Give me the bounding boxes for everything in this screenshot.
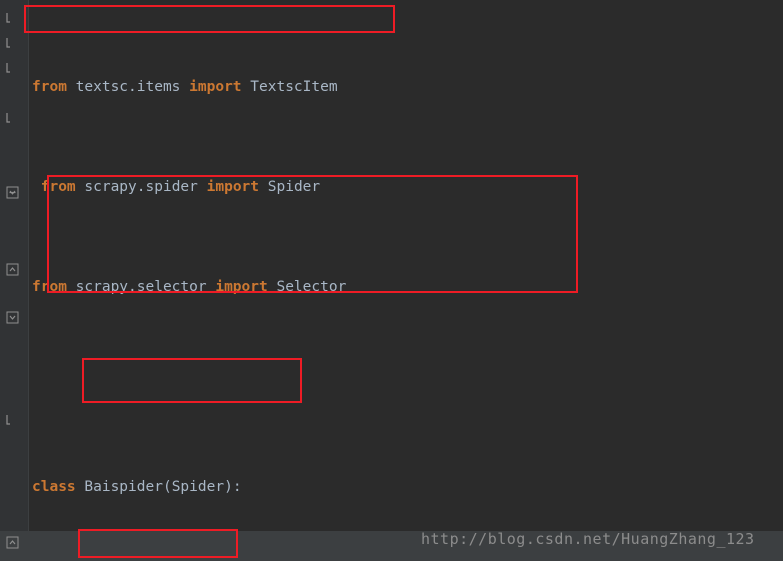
keyword-from-3: from xyxy=(32,279,67,295)
watermark-text: http://blog.csdn.net/HuangZhang_123 xyxy=(421,530,755,548)
paren-close-colon: ): xyxy=(224,479,242,495)
fold-collapse-icon-6[interactable] xyxy=(6,413,19,426)
code-line-1: from textsc.items import TextscItem xyxy=(28,75,783,100)
fold-collapse-icon-7[interactable] xyxy=(6,536,19,549)
editor-gutter[interactable] xyxy=(0,0,29,561)
module-textsc-items: textsc.items xyxy=(75,79,181,95)
keyword-import-2: import xyxy=(206,179,260,195)
code-line-2: from scrapy.spider import Spider xyxy=(28,175,783,200)
fold-collapse-icon-1[interactable] xyxy=(6,11,19,24)
class-spider: Spider xyxy=(267,179,321,195)
keyword-from: from xyxy=(32,79,67,95)
class-textscitem: TextscItem xyxy=(250,79,338,95)
module-scrapy-spider: scrapy.spider xyxy=(84,179,198,195)
code-line-3: from scrapy.selector import Selector xyxy=(28,275,783,300)
class-baispider: Baispider xyxy=(84,479,163,495)
fold-expand-icon-2[interactable] xyxy=(6,311,19,324)
fold-collapse-icon-5[interactable] xyxy=(6,263,19,276)
keyword-import-3: import xyxy=(215,279,268,295)
keyword-from-2: from xyxy=(40,179,76,195)
keyword-class: class xyxy=(32,479,76,495)
base-class-spider: Spider xyxy=(171,479,225,495)
fold-expand-icon-1[interactable] xyxy=(6,186,19,199)
code-editor-screenshot: from textsc.items import TextscItem from… xyxy=(0,0,783,561)
module-scrapy-selector: scrapy.selector xyxy=(75,279,207,295)
paren-open: ( xyxy=(162,479,172,495)
fold-collapse-icon-4[interactable] xyxy=(6,111,19,124)
code-line-4-blank xyxy=(28,375,783,400)
fold-collapse-icon-3[interactable] xyxy=(6,61,19,74)
class-selector: Selector xyxy=(276,279,347,295)
keyword-import: import xyxy=(189,79,242,95)
code-line-5: class Baispider(Spider): xyxy=(28,475,783,500)
fold-collapse-icon-2[interactable] xyxy=(6,36,19,49)
code-content[interactable]: from textsc.items import TextscItem from… xyxy=(28,0,783,561)
